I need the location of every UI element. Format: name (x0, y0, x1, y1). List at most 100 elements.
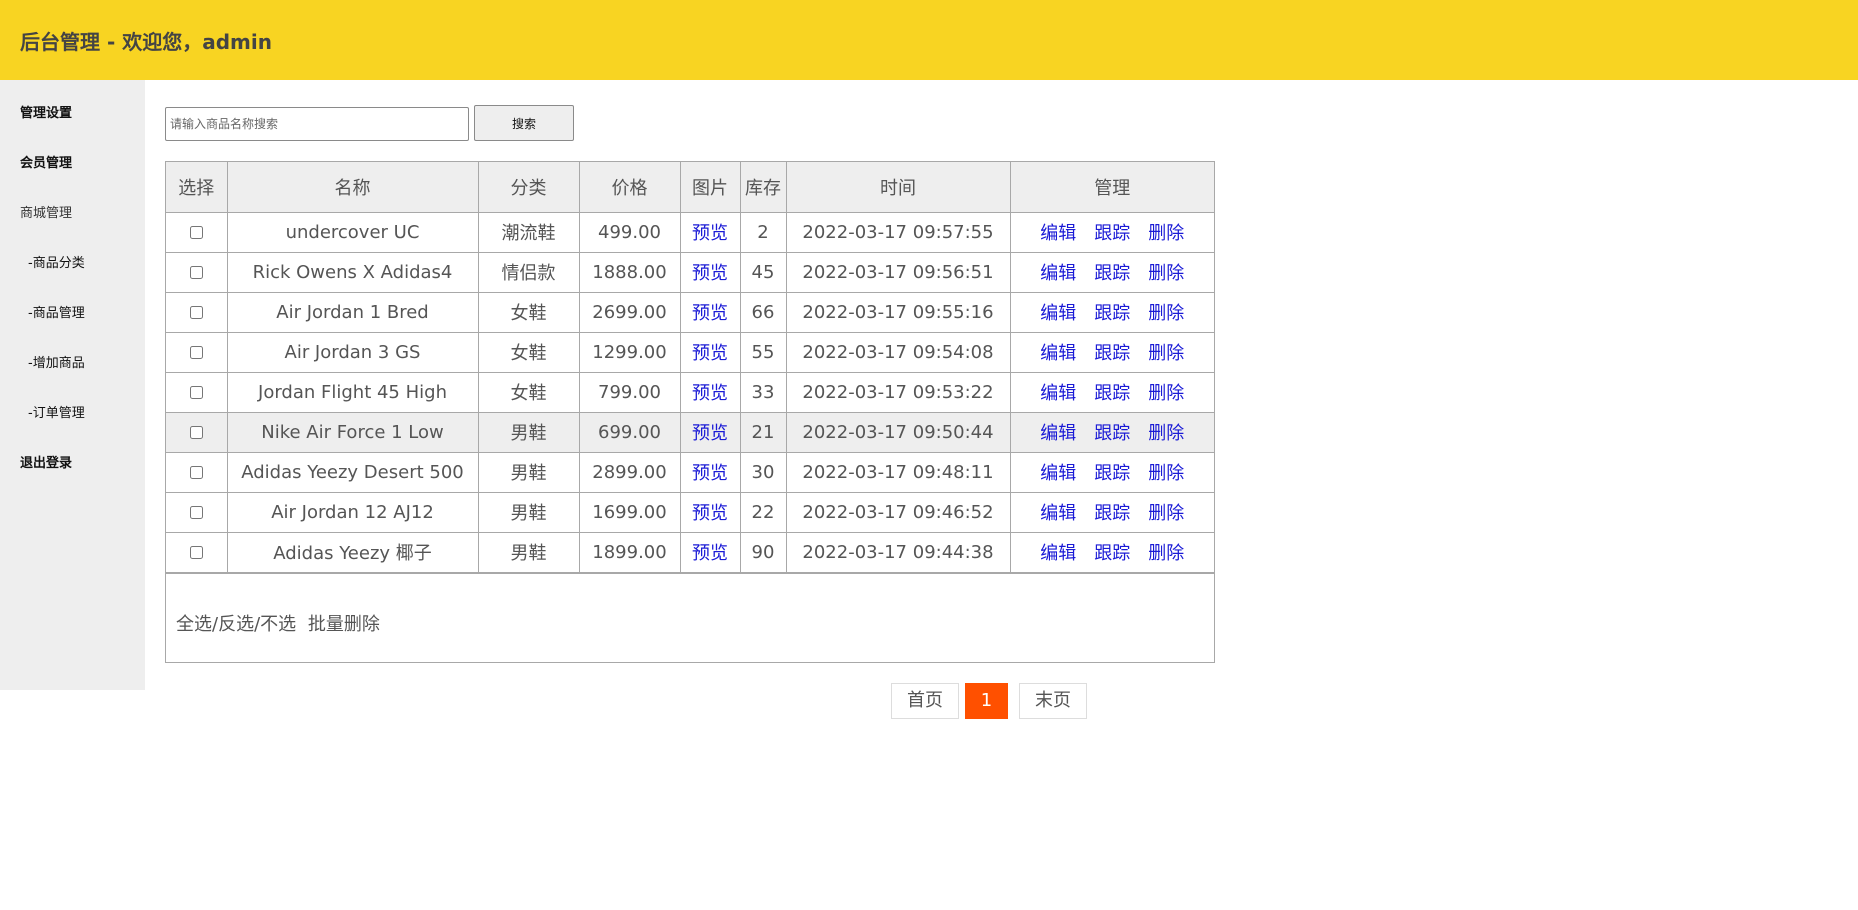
row-checkbox[interactable] (189, 426, 203, 439)
row-checkbox[interactable] (189, 266, 203, 279)
track-link[interactable]: 跟踪 (1094, 343, 1130, 364)
preview-link[interactable]: 预览 (692, 303, 728, 324)
sidebar-item-admin-settings[interactable]: 管理设置 (20, 102, 72, 121)
preview-link[interactable]: 预览 (692, 543, 728, 564)
delete-link[interactable]: 删除 (1148, 463, 1184, 484)
delete-link[interactable]: 删除 (1148, 303, 1184, 324)
track-link[interactable]: 跟踪 (1094, 503, 1130, 524)
product-price: 699.00 (578, 411, 681, 453)
row-checkbox[interactable] (189, 386, 203, 399)
sidebar-item-orders[interactable]: -订单管理 (28, 402, 85, 421)
table-row: Rick Owens X Adidas4 情侣款 1888.00 预览 45 2022-0… (166, 251, 1214, 293)
row-checkbox[interactable] (189, 346, 203, 359)
sidebar-item-add-product[interactable]: -增加商品 (28, 352, 85, 371)
delete-link[interactable]: 删除 (1148, 543, 1184, 564)
product-price: 2699.00 (578, 291, 681, 333)
track-link[interactable]: 跟踪 (1094, 463, 1130, 484)
sidebar-item-products[interactable]: -商品管理 (28, 302, 85, 321)
product-stock: 90 (739, 531, 787, 573)
image-cell: 预览 (679, 411, 741, 453)
product-price: 1699.00 (578, 491, 681, 533)
preview-link[interactable]: 预览 (692, 423, 728, 444)
delete-link[interactable]: 删除 (1148, 383, 1184, 404)
edit-link[interactable]: 编辑 (1040, 543, 1076, 564)
row-checkbox[interactable] (189, 546, 203, 559)
pagination-last-button[interactable]: 末页 (1019, 683, 1087, 719)
preview-link[interactable]: 预览 (692, 503, 728, 524)
delete-link[interactable]: 删除 (1148, 263, 1184, 284)
pagination-current-page[interactable]: 1 (965, 683, 1008, 719)
edit-link[interactable]: 编辑 (1040, 303, 1076, 324)
search-button[interactable]: 搜索 (474, 105, 574, 141)
edit-link[interactable]: 编辑 (1040, 463, 1076, 484)
row-checkbox[interactable] (189, 226, 203, 239)
product-table-container: 选择 名称 分类 价格 图片 库存 时间 管理 undercover UC 潮流鞋… (165, 161, 1215, 663)
product-category: 男鞋 (477, 451, 580, 493)
select-none-link[interactable]: 不选 (260, 614, 296, 635)
edit-link[interactable]: 编辑 (1040, 223, 1076, 244)
product-category: 女鞋 (477, 331, 580, 373)
product-name: Adidas Yeezy Desert 500 (226, 451, 479, 493)
product-category: 女鞋 (477, 291, 580, 333)
product-stock: 2 (739, 211, 787, 253)
row-checkbox[interactable] (189, 506, 203, 519)
track-link[interactable]: 跟踪 (1094, 543, 1130, 564)
product-category: 潮流鞋 (477, 211, 580, 253)
select-all-link[interactable]: 全选 (176, 614, 212, 635)
product-stock: 66 (739, 291, 787, 333)
track-link[interactable]: 跟踪 (1094, 423, 1130, 444)
edit-link[interactable]: 编辑 (1040, 423, 1076, 444)
product-time: 2022-03-17 09:50:44 (785, 411, 1011, 453)
table-row: Air Jordan 3 GS 女鞋 1299.00 预览 55 2022-03-17 0… (166, 331, 1214, 373)
search-input[interactable] (165, 107, 469, 141)
sidebar-item-logout[interactable]: 退出登录 (20, 452, 72, 471)
preview-link[interactable]: 预览 (692, 223, 728, 244)
actions-cell: 编辑 跟踪 删除 (1009, 251, 1214, 293)
column-header-stock: 库存 (739, 162, 787, 213)
edit-link[interactable]: 编辑 (1040, 343, 1076, 364)
product-name: Air Jordan 1 Bred (226, 291, 479, 333)
sidebar-item-categories[interactable]: -商品分类 (28, 252, 85, 271)
row-select-cell (166, 411, 228, 453)
preview-link[interactable]: 预览 (692, 343, 728, 364)
batch-delete-link[interactable]: 批量删除 (308, 614, 380, 635)
preview-link[interactable]: 预览 (692, 383, 728, 404)
actions-cell: 编辑 跟踪 删除 (1009, 291, 1214, 333)
actions-cell: 编辑 跟踪 删除 (1009, 491, 1214, 533)
product-time: 2022-03-17 09:44:38 (785, 531, 1011, 573)
track-link[interactable]: 跟踪 (1094, 223, 1130, 244)
delete-link[interactable]: 删除 (1148, 223, 1184, 244)
header-bar: 后台管理 - 欢迎您，admin (0, 0, 1858, 80)
actions-cell: 编辑 跟踪 删除 (1009, 531, 1214, 573)
column-header-name: 名称 (226, 162, 479, 213)
edit-link[interactable]: 编辑 (1040, 503, 1076, 524)
edit-link[interactable]: 编辑 (1040, 383, 1076, 404)
product-name: Rick Owens X Adidas4 (226, 251, 479, 293)
row-checkbox[interactable] (189, 466, 203, 479)
preview-link[interactable]: 预览 (692, 263, 728, 284)
row-checkbox[interactable] (189, 306, 203, 319)
column-header-category: 分类 (477, 162, 580, 213)
preview-link[interactable]: 预览 (692, 463, 728, 484)
track-link[interactable]: 跟踪 (1094, 303, 1130, 324)
pagination-first-button[interactable]: 首页 (891, 683, 959, 719)
track-link[interactable]: 跟踪 (1094, 383, 1130, 404)
row-select-cell (166, 251, 228, 293)
sidebar-item-mall[interactable]: 商城管理 (20, 202, 72, 221)
sidebar-item-members[interactable]: 会员管理 (20, 152, 72, 171)
delete-link[interactable]: 删除 (1148, 343, 1184, 364)
product-table: 选择 名称 分类 价格 图片 库存 时间 管理 undercover UC 潮流鞋… (166, 162, 1214, 573)
product-category: 男鞋 (477, 491, 580, 533)
table-row: Adidas Yeezy Desert 500 男鞋 2899.00 预览 30 2022… (166, 451, 1214, 493)
product-name: Jordan Flight 45 High (226, 371, 479, 413)
track-link[interactable]: 跟踪 (1094, 263, 1130, 284)
edit-link[interactable]: 编辑 (1040, 263, 1076, 284)
product-stock: 33 (739, 371, 787, 413)
delete-link[interactable]: 删除 (1148, 423, 1184, 444)
product-time: 2022-03-17 09:53:22 (785, 371, 1011, 413)
image-cell: 预览 (679, 211, 741, 253)
delete-link[interactable]: 删除 (1148, 503, 1184, 524)
invert-selection-link[interactable]: 反选 (218, 614, 254, 635)
sidebar: 管理设置 会员管理 商城管理 -商品分类 -商品管理 -增加商品 -订单管理 退… (0, 80, 145, 690)
product-price: 799.00 (578, 371, 681, 413)
